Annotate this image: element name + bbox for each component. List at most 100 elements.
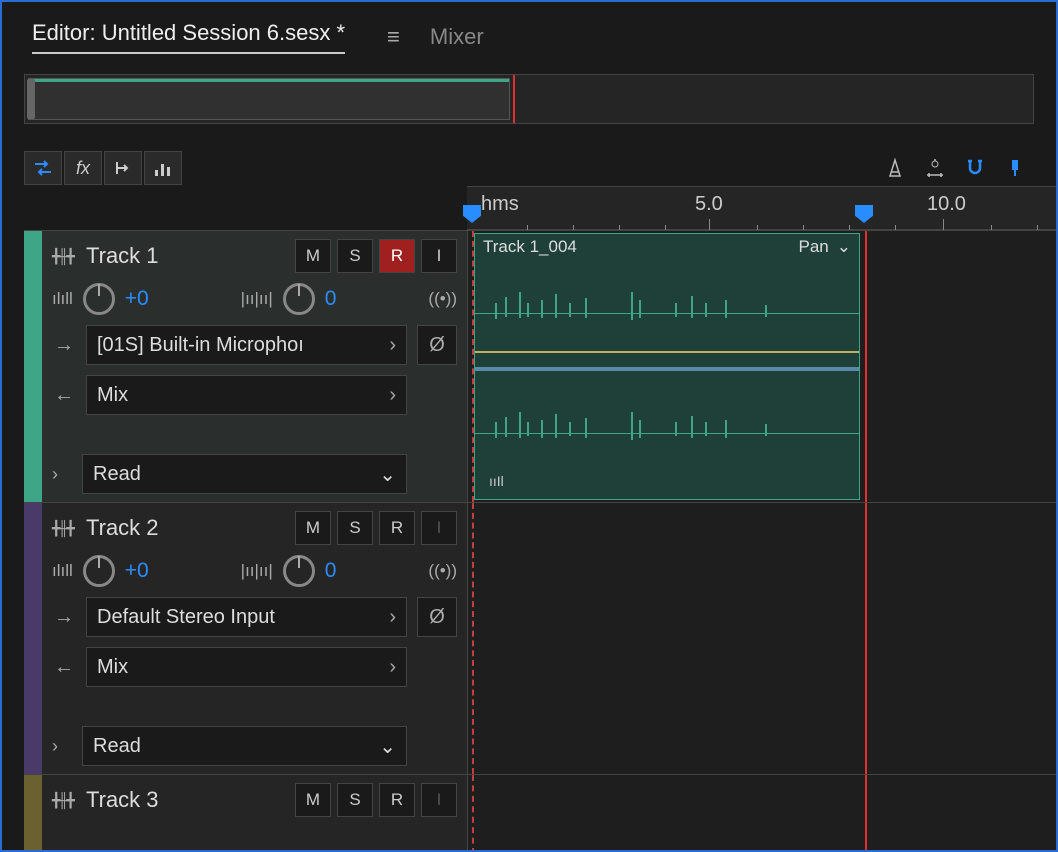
stereo-icon[interactable]: ((•)): [428, 289, 457, 309]
selection-start-line: [472, 503, 474, 774]
eq-icon[interactable]: [144, 151, 182, 185]
track-color-bar[interactable]: [24, 503, 42, 774]
chevron-down-icon: ⌄: [379, 462, 396, 487]
track-controls: ╋╫╋ Track 2 M S R I ılıll +0 |ıı|ıı| 0 (…: [42, 503, 467, 774]
track-row: ╋╫╋ Track 2 M S R I ılıll +0 |ıı|ıı| 0 (…: [24, 502, 1056, 774]
fx-icon[interactable]: fx: [64, 151, 102, 185]
ruler-unit: hms: [481, 193, 519, 216]
volume-knob[interactable]: [83, 283, 115, 315]
chevron-right-icon: ›: [389, 384, 396, 407]
overview-clip-indicator: [29, 79, 509, 82]
track-content[interactable]: [467, 775, 1056, 850]
track-controls: ╋╫╋ Track 1 M S R I ılıll +0 |ıı|ıı| 0 (…: [42, 231, 467, 502]
solo-button[interactable]: S: [337, 511, 373, 545]
in-marker[interactable]: [463, 205, 481, 223]
arm-record-button[interactable]: R: [379, 511, 415, 545]
overview-playhead[interactable]: [513, 75, 515, 123]
clip-volume-icon[interactable]: ııIl: [489, 473, 504, 489]
automation-mode-select[interactable]: Read⌄: [82, 726, 407, 766]
output-arrow-icon: ←: [52, 656, 76, 679]
output-select[interactable]: Mix›: [86, 647, 407, 687]
arm-record-button[interactable]: R: [379, 239, 415, 273]
input-select[interactable]: Default Stereo Input›: [86, 597, 407, 637]
audio-clip[interactable]: Track 1_004 Pan ⌄ ııIl: [474, 233, 860, 500]
span-icon[interactable]: [916, 151, 954, 185]
pan-knob[interactable]: [283, 555, 315, 587]
pan-scale-icon: |ıı|ıı|: [241, 289, 273, 309]
overview-visible-range[interactable]: [28, 78, 510, 120]
mute-button[interactable]: M: [295, 239, 331, 273]
playhead-line[interactable]: [865, 775, 867, 850]
waveform-right: [475, 380, 859, 486]
volume-value[interactable]: +0: [125, 559, 149, 583]
track-toolbar: fx: [24, 148, 1034, 188]
chevron-right-icon: ›: [389, 334, 396, 357]
track-name[interactable]: Track 3: [86, 787, 285, 813]
pan-value[interactable]: 0: [325, 287, 337, 311]
panel-tabs: Editor: Untitled Session 6.sesx * ≡ Mixe…: [2, 2, 1056, 62]
pan-value[interactable]: 0: [325, 559, 337, 583]
mute-button[interactable]: M: [295, 511, 331, 545]
phase-button[interactable]: Ø: [417, 597, 457, 637]
track-content[interactable]: Track 1_004 Pan ⌄ ııIl: [467, 231, 1056, 502]
overview-handle-left[interactable]: [27, 79, 35, 119]
output-select[interactable]: Mix›: [86, 375, 407, 415]
playhead-pin-icon[interactable]: [996, 151, 1034, 185]
track-row: ╋╫╋ Track 3 M S R I: [24, 774, 1056, 850]
stereo-icon[interactable]: ((•)): [428, 561, 457, 581]
expand-icon[interactable]: ›: [52, 464, 72, 485]
volume-value[interactable]: +0: [125, 287, 149, 311]
solo-button[interactable]: S: [337, 783, 373, 817]
selection-start-line: [472, 775, 474, 850]
volume-scale-icon: ılıll: [52, 561, 73, 581]
clip-menu-label[interactable]: Pan: [799, 237, 829, 257]
track-content[interactable]: [467, 503, 1056, 774]
input-select[interactable]: [01S] Built-in Microphoı›: [86, 325, 407, 365]
track-color-bar[interactable]: [24, 231, 42, 502]
hamburger-icon[interactable]: ≡: [387, 24, 400, 50]
expand-icon[interactable]: ›: [52, 736, 72, 757]
waveform-icon: ╋╫╋: [52, 792, 76, 809]
volume-knob[interactable]: [83, 555, 115, 587]
solo-button[interactable]: S: [337, 239, 373, 273]
tab-mixer[interactable]: Mixer: [430, 24, 484, 50]
time-ruler[interactable]: hms 5.0 10.0: [467, 186, 1056, 230]
phase-button[interactable]: Ø: [417, 325, 457, 365]
ruler-tick-5: 5.0: [695, 193, 723, 216]
monitor-input-button[interactable]: I: [421, 783, 457, 817]
track-color-bar[interactable]: [24, 775, 42, 850]
arm-record-button[interactable]: R: [379, 783, 415, 817]
input-arrow-icon: →: [52, 606, 76, 629]
track-row: ╋╫╋ Track 1 M S R I ılıll +0 |ıı|ıı| 0 (…: [24, 230, 1056, 502]
mute-button[interactable]: M: [295, 783, 331, 817]
chevron-right-icon: ›: [389, 606, 396, 629]
pan-knob[interactable]: [283, 283, 315, 315]
waveform-icon: ╋╫╋: [52, 520, 76, 537]
track-name[interactable]: Track 1: [86, 243, 285, 269]
volume-envelope[interactable]: [475, 351, 859, 353]
chevron-down-icon[interactable]: ⌄: [837, 237, 851, 257]
track-controls: ╋╫╋ Track 3 M S R I: [42, 775, 467, 850]
automation-mode-select[interactable]: Read⌄: [82, 454, 407, 494]
timeline-overview[interactable]: [24, 74, 1034, 124]
metronome-icon[interactable]: [876, 151, 914, 185]
pan-scale-icon: |ıı|ıı|: [241, 561, 273, 581]
out-marker[interactable]: [855, 205, 873, 223]
sends-icon[interactable]: [104, 151, 142, 185]
monitor-input-button[interactable]: I: [421, 511, 457, 545]
track-name[interactable]: Track 2: [86, 515, 285, 541]
monitor-input-button[interactable]: I: [421, 239, 457, 273]
selection-start-line: [472, 231, 474, 502]
output-arrow-icon: ←: [52, 384, 76, 407]
pan-envelope[interactable]: [475, 367, 859, 371]
chevron-right-icon: ›: [389, 656, 396, 679]
tab-editor[interactable]: Editor: Untitled Session 6.sesx *: [32, 20, 345, 54]
snap-icon[interactable]: [956, 151, 994, 185]
playhead-line[interactable]: [865, 231, 867, 502]
clip-name: Track 1_004: [483, 237, 577, 257]
inputs-outputs-icon[interactable]: [24, 151, 62, 185]
volume-scale-icon: ılıll: [52, 289, 73, 309]
chevron-down-icon: ⌄: [379, 734, 396, 759]
input-arrow-icon: →: [52, 334, 76, 357]
playhead-line[interactable]: [865, 503, 867, 774]
